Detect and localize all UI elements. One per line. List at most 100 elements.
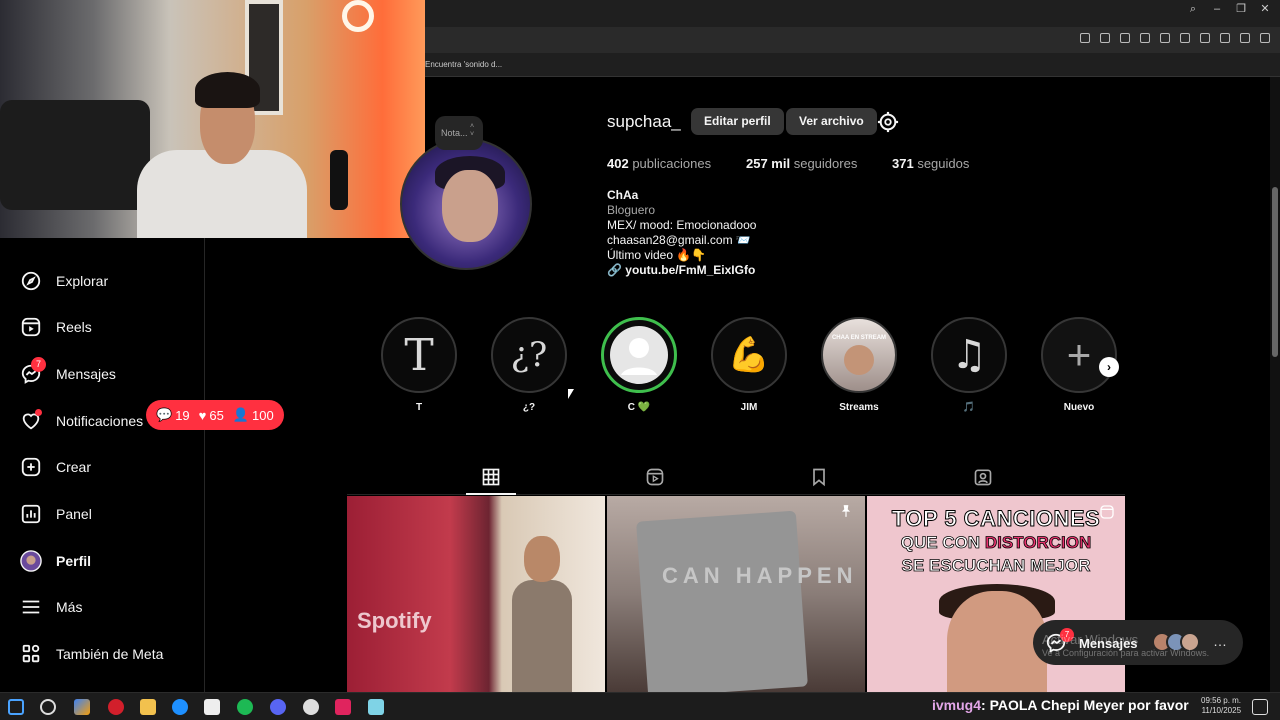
scroll-thumb[interactable] <box>1272 187 1278 357</box>
edit-profile-button[interactable]: Editar perfil <box>691 108 784 135</box>
reel-badge-icon <box>1100 505 1114 519</box>
reels-tab-icon[interactable] <box>645 467 665 487</box>
highlight-label: T <box>415 402 423 413</box>
sidebar-item-explorar[interactable]: Explorar <box>20 270 108 292</box>
folder-icon[interactable] <box>140 699 156 715</box>
windows-activation-subtitle: Ve a Configuración para activar Windows. <box>1042 648 1210 658</box>
minimize-icon[interactable]: – <box>1212 4 1222 15</box>
sidebar-item-meta[interactable]: También de Meta <box>20 643 163 665</box>
window-controls: ⌕ – ❐ ✕ <box>1188 4 1270 15</box>
highlight-label: Streams <box>839 402 879 413</box>
sidebar-item-label: Más <box>56 599 83 615</box>
tagged-icon[interactable] <box>973 467 993 487</box>
page-scrollbar[interactable] <box>1270 77 1280 692</box>
comment-icon: 💬 <box>156 407 173 422</box>
highlight-cover: ¿? <box>491 317 567 393</box>
post-thumbnail[interactable]: Spotify <box>347 496 605 692</box>
compass-icon <box>21 271 41 291</box>
taskbar-clock[interactable]: 09:56 p. m. 11/10/2025 <box>1201 696 1241 716</box>
post-person-face <box>947 591 1047 692</box>
discord-icon[interactable] <box>270 699 286 715</box>
sidebar-item-label: Explorar <box>56 273 109 289</box>
gear-icon[interactable] <box>877 111 899 133</box>
close-icon[interactable]: ✕ <box>1260 4 1270 15</box>
bookmark-item[interactable]: Encuentra 'sonido d... <box>425 60 502 69</box>
highlight-question[interactable]: ¿? ¿? <box>491 317 567 413</box>
highlight-jim[interactable]: 💪 JIM <box>711 317 787 413</box>
profile-avatar[interactable] <box>400 138 532 270</box>
more-icon[interactable]: … <box>1213 633 1227 649</box>
sidebar-item-panel[interactable]: Panel <box>20 503 92 525</box>
shield-icon[interactable] <box>1140 33 1150 43</box>
post-thumbnail[interactable]: CAN HAPPEN <box>607 496 865 692</box>
opera-icon[interactable] <box>108 699 124 715</box>
comments-count: 💬 19 <box>156 407 190 423</box>
account-icon[interactable] <box>1240 33 1250 43</box>
sidebar-item-reels[interactable]: Reels <box>20 316 92 338</box>
meta-grid-icon <box>22 644 40 663</box>
post-overlay-text: Spotify <box>357 608 432 633</box>
stat-posts: 402 publicaciones <box>607 156 712 171</box>
play-icon[interactable] <box>1160 33 1170 43</box>
link-icon: 🔗 <box>607 263 626 277</box>
search-icon[interactable] <box>40 699 56 715</box>
start-icon[interactable] <box>8 699 24 715</box>
windows-activation-title: Activar Windows <box>1042 632 1139 647</box>
notifications-summary-pill[interactable]: 💬 19 ♥ 65 👤 100 <box>146 400 284 430</box>
bio-link[interactable]: 🔗 youtu.be/FmM_EixIGfo <box>607 263 755 277</box>
sidebar-item-perfil[interactable]: Perfil <box>20 550 91 572</box>
stat-following[interactable]: 371 seguidos <box>892 156 969 171</box>
camera-icon[interactable] <box>1120 33 1130 43</box>
stat-followers[interactable]: 257 mil seguidores <box>746 156 857 171</box>
extension-icon[interactable] <box>1260 33 1270 43</box>
bookmark-icon[interactable] <box>809 467 829 487</box>
grid-icon[interactable] <box>481 467 501 487</box>
sidebar-item-label: Mensajes <box>56 366 116 382</box>
sidebar-item-label: Notificaciones <box>56 413 144 429</box>
plus-square-icon <box>21 457 41 477</box>
tiktok-icon[interactable] <box>335 699 351 715</box>
download-icon[interactable] <box>1200 33 1210 43</box>
notification-center-icon[interactable] <box>1252 699 1268 715</box>
menu-icon[interactable] <box>1220 33 1230 43</box>
heart-filled-icon: ♥ <box>198 407 207 423</box>
edge-icon[interactable] <box>172 699 188 715</box>
pin-icon <box>841 505 851 517</box>
music-note-icon: ♫ <box>951 332 987 378</box>
zoom-icon[interactable] <box>1080 33 1090 43</box>
capcut-icon[interactable] <box>204 699 220 715</box>
notes-icon[interactable] <box>368 699 384 715</box>
mouse-cursor <box>568 389 574 399</box>
post-overlay-text: CAN HAPPEN <box>662 563 858 588</box>
webcam-chair <box>0 100 150 210</box>
highlight-cover: 💪 <box>711 317 787 393</box>
avatar-face <box>442 170 498 242</box>
browser-toolbar <box>1080 33 1270 43</box>
sidebar-item-mas[interactable]: Más <box>20 596 82 618</box>
bio-name: ChAa <box>607 188 639 202</box>
sidebar-item-label: Perfil <box>56 553 92 569</box>
spotify-icon[interactable] <box>237 699 253 715</box>
webcam-streamer-hair <box>195 72 260 108</box>
sidebar-item-label: Panel <box>56 506 92 522</box>
highlight-streams[interactable]: CHAA EN STREAM Streams <box>821 317 897 413</box>
sidebar-item-label: Reels <box>56 319 92 335</box>
flexed-arm-icon: 💪 <box>727 335 771 375</box>
highlight-t[interactable]: T T <box>381 317 457 413</box>
restore-icon[interactable]: ❐ <box>1236 4 1246 15</box>
heart-icon[interactable] <box>1180 33 1190 43</box>
chart-icon <box>21 504 41 524</box>
view-archive-button[interactable]: Ver archivo <box>786 108 877 135</box>
copilot-icon[interactable] <box>74 699 90 715</box>
highlight-c[interactable]: C 💚 <box>601 317 677 413</box>
edit-icon[interactable] <box>1100 33 1110 43</box>
highlight-cover: CHAA EN STREAM <box>821 317 897 393</box>
note-bubble[interactable]: Nota... <box>435 116 483 150</box>
sidebar-item-crear[interactable]: Crear <box>20 456 91 478</box>
likes-count: ♥ 65 <box>198 407 224 423</box>
person-icon: 👤 <box>232 407 250 422</box>
search-icon[interactable]: ⌕ <box>1188 4 1198 15</box>
obs-icon[interactable] <box>303 699 319 715</box>
highlight-music[interactable]: ♫ 🎵 <box>931 317 1007 413</box>
highlights-next-button[interactable]: › <box>1099 357 1119 377</box>
